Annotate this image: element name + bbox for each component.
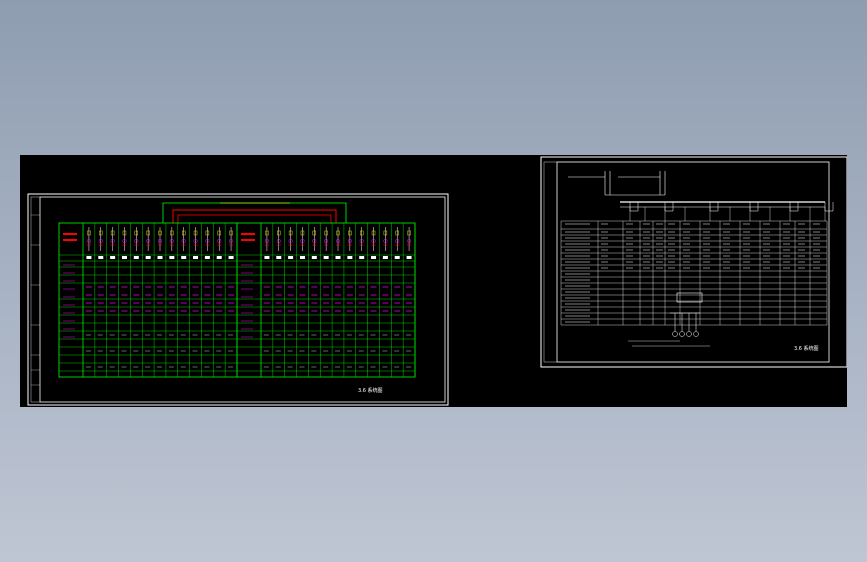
left-busbar-lines <box>162 202 347 223</box>
cad-model-viewport[interactable]: 3.6 系统图 3.6 系统图 <box>20 155 847 407</box>
left-panel-schedule-grid <box>58 222 416 378</box>
right-sheet-side-strip <box>543 161 558 363</box>
left-sheet-outer-frame <box>27 193 449 406</box>
left-sheet-title: 3.6 系统图 <box>358 387 383 394</box>
cad-drawing-canvas[interactable]: 3.6 系统图 3.6 系统图 <box>20 155 847 407</box>
right-schedule-grid <box>560 220 828 326</box>
right-incoming-feeders <box>568 171 666 196</box>
left-sheet-side-strip <box>30 196 41 403</box>
right-sheet-title: 3.6 系统图 <box>794 345 819 352</box>
right-drawing-sheet[interactable]: 3.6 系统图 <box>540 156 847 368</box>
right-feeder-branches <box>629 202 834 221</box>
right-main-busbar <box>620 201 825 208</box>
left-drawing-sheet[interactable]: 3.6 系统图 <box>27 193 449 406</box>
left-side-strip-ticks <box>31 214 40 386</box>
